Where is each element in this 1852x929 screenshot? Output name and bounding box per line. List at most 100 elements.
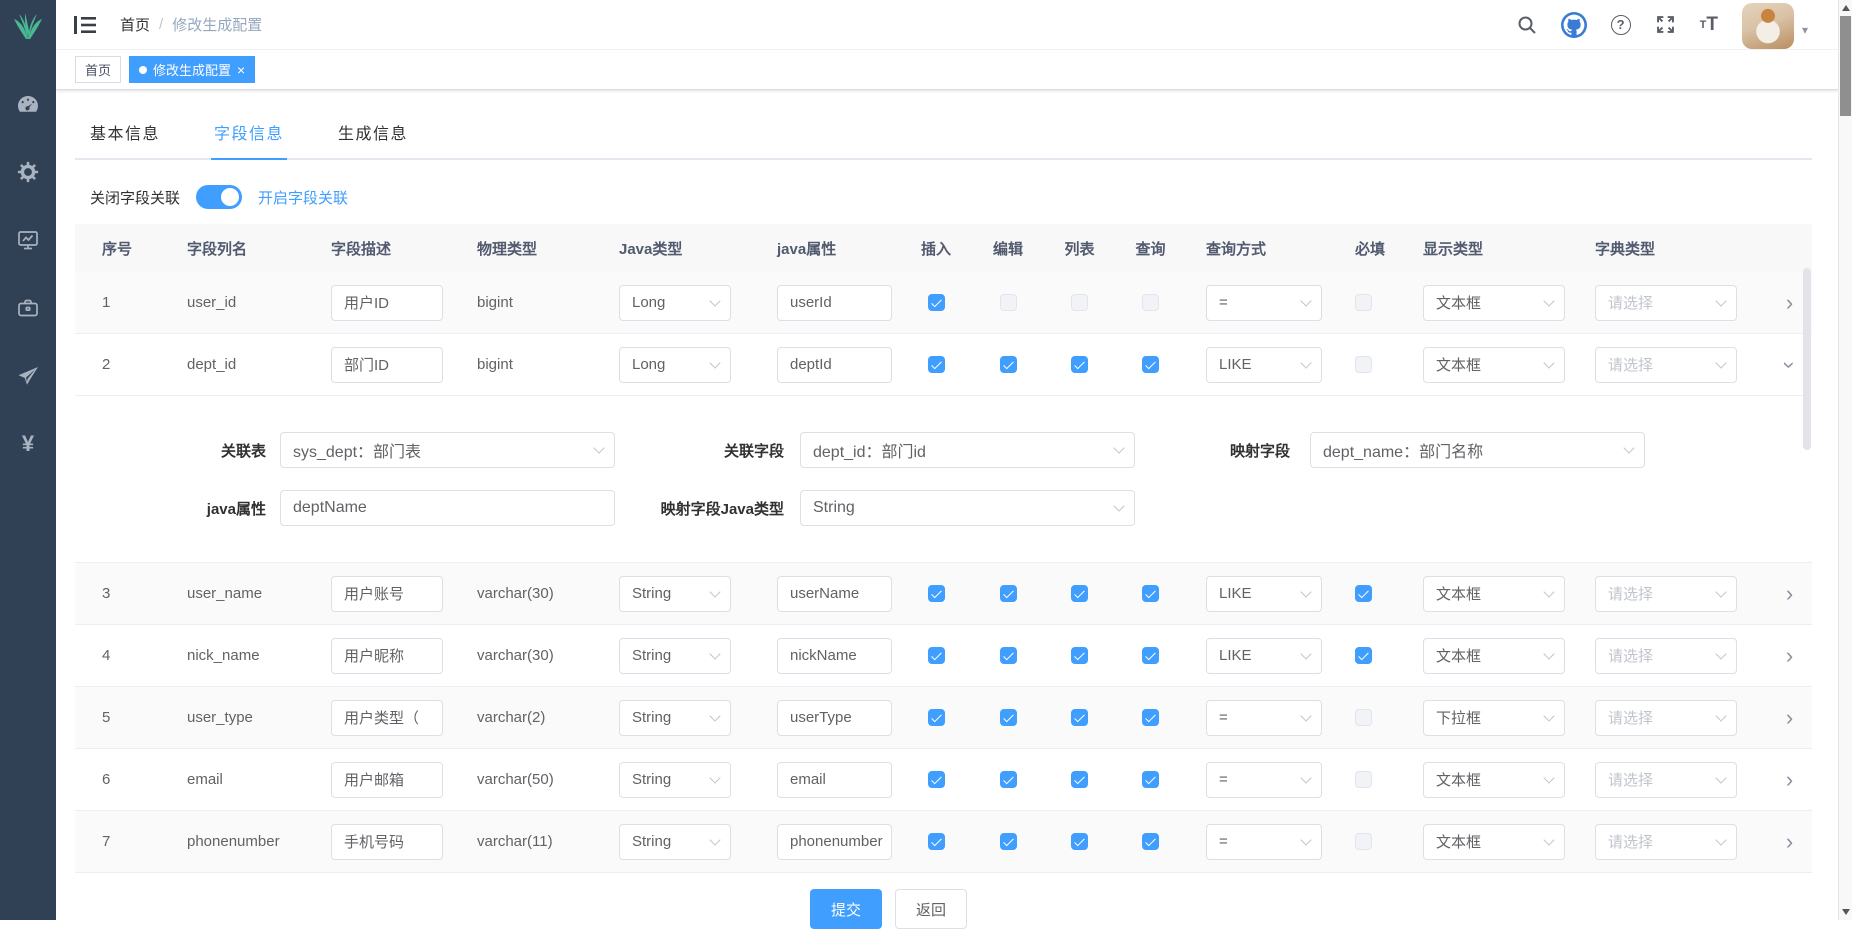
column-comment-input[interactable]: 用户邮箱 — [331, 762, 443, 798]
java-attr-input[interactable]: deptName — [280, 490, 615, 526]
tab-basic-info[interactable]: 基本信息 — [87, 120, 163, 158]
github-icon[interactable] — [1561, 10, 1587, 40]
query-checkbox[interactable] — [1142, 356, 1159, 373]
query-type-select[interactable]: = — [1206, 824, 1322, 860]
expand-row-icon[interactable]: › — [1786, 831, 1793, 853]
tag-close-icon[interactable]: × — [237, 63, 245, 77]
scroll-up-icon[interactable] — [1842, 5, 1850, 11]
page-scrollbar[interactable] — [1838, 0, 1852, 920]
search-icon[interactable] — [1517, 10, 1537, 40]
insert-checkbox[interactable] — [928, 585, 945, 602]
query-type-select[interactable]: LIKE — [1206, 347, 1322, 383]
column-comment-input[interactable]: 部门ID — [331, 347, 443, 383]
submit-button[interactable]: 提交 — [810, 889, 882, 929]
app-logo-icon[interactable] — [10, 8, 46, 44]
scroll-down-icon[interactable] — [1842, 909, 1850, 915]
tag-home[interactable]: 首页 — [75, 56, 121, 83]
list-checkbox[interactable] — [1071, 294, 1088, 311]
query-checkbox[interactable] — [1142, 709, 1159, 726]
map-java-type-select[interactable]: String — [800, 490, 1135, 526]
query-checkbox[interactable] — [1142, 294, 1159, 311]
sidebar-item-tool[interactable] — [0, 274, 56, 342]
list-checkbox[interactable] — [1071, 356, 1088, 373]
insert-checkbox[interactable] — [928, 356, 945, 373]
expand-row-icon[interactable]: › — [1786, 707, 1793, 729]
dict-type-select[interactable]: 请选择 — [1595, 700, 1737, 736]
java-field-input[interactable]: email — [777, 762, 892, 798]
expand-row-icon[interactable]: › — [1786, 769, 1793, 791]
java-field-input[interactable]: nickName — [777, 638, 892, 674]
dict-type-select[interactable]: 请选择 — [1595, 285, 1737, 321]
java-field-input[interactable]: phonenumber — [777, 824, 892, 860]
list-checkbox[interactable] — [1071, 585, 1088, 602]
sidebar-fold-icon[interactable] — [74, 16, 96, 34]
edit-checkbox[interactable] — [1000, 585, 1017, 602]
collapse-row-icon[interactable]: › — [1778, 361, 1800, 368]
java-field-input[interactable]: userName — [777, 576, 892, 612]
sidebar-item-dashboard[interactable] — [0, 70, 56, 138]
insert-checkbox[interactable] — [928, 294, 945, 311]
required-checkbox[interactable] — [1355, 647, 1372, 664]
java-type-select[interactable]: Long — [619, 347, 731, 383]
sidebar-item-finance[interactable]: ¥ — [0, 410, 56, 478]
java-type-select[interactable]: String — [619, 576, 731, 612]
java-field-input[interactable]: userId — [777, 285, 892, 321]
insert-checkbox[interactable] — [928, 647, 945, 664]
sidebar-item-monitor[interactable] — [0, 206, 56, 274]
sidebar-item-deploy[interactable] — [0, 342, 56, 410]
java-type-select[interactable]: String — [619, 824, 731, 860]
dict-type-select[interactable]: 请选择 — [1595, 762, 1737, 798]
expand-row-icon[interactable]: › — [1786, 583, 1793, 605]
list-checkbox[interactable] — [1071, 709, 1088, 726]
help-icon[interactable]: ? — [1611, 10, 1631, 40]
java-field-input[interactable]: deptId — [777, 347, 892, 383]
list-checkbox[interactable] — [1071, 833, 1088, 850]
column-comment-input[interactable]: 用户昵称 — [331, 638, 443, 674]
query-checkbox[interactable] — [1142, 771, 1159, 788]
edit-checkbox[interactable] — [1000, 709, 1017, 726]
font-size-icon[interactable]: TT — [1700, 10, 1718, 40]
required-checkbox[interactable] — [1355, 709, 1372, 726]
html-type-select[interactable]: 文本框 — [1423, 576, 1565, 612]
tag-current[interactable]: 修改生成配置 × — [129, 56, 255, 83]
java-field-input[interactable]: userType — [777, 700, 892, 736]
query-type-select[interactable]: LIKE — [1206, 638, 1322, 674]
html-type-select[interactable]: 下拉框 — [1423, 700, 1565, 736]
dict-type-select[interactable]: 请选择 — [1595, 824, 1737, 860]
list-checkbox[interactable] — [1071, 771, 1088, 788]
insert-checkbox[interactable] — [928, 709, 945, 726]
query-checkbox[interactable] — [1142, 833, 1159, 850]
map-field-select[interactable]: dept_name：部门名称 — [1310, 432, 1645, 468]
java-type-select[interactable]: String — [619, 638, 731, 674]
table-scrollbar-thumb[interactable] — [1803, 268, 1811, 450]
java-type-select[interactable]: Long — [619, 285, 731, 321]
expand-row-icon[interactable]: › — [1786, 292, 1793, 314]
assoc-field-select[interactable]: dept_id：部门id — [800, 432, 1135, 468]
java-type-select[interactable]: String — [619, 700, 731, 736]
assoc-table-select[interactable]: sys_dept：部门表 — [280, 432, 615, 468]
dict-type-select[interactable]: 请选择 — [1595, 347, 1737, 383]
query-type-select[interactable]: = — [1206, 762, 1322, 798]
column-comment-input[interactable]: 用户账号 — [331, 576, 443, 612]
java-type-select[interactable]: String — [619, 762, 731, 798]
required-checkbox[interactable] — [1355, 833, 1372, 850]
query-type-select[interactable]: = — [1206, 285, 1322, 321]
tab-gen-info[interactable]: 生成信息 — [335, 120, 411, 158]
required-checkbox[interactable] — [1355, 585, 1372, 602]
required-checkbox[interactable] — [1355, 294, 1372, 311]
relation-on-label[interactable]: 开启字段关联 — [258, 187, 348, 208]
page-scrollbar-thumb[interactable] — [1840, 16, 1851, 116]
avatar[interactable] — [1742, 3, 1794, 49]
column-comment-input[interactable]: 手机号码 — [331, 824, 443, 860]
edit-checkbox[interactable] — [1000, 294, 1017, 311]
html-type-select[interactable]: 文本框 — [1423, 638, 1565, 674]
column-comment-input[interactable]: 用户类型（ — [331, 700, 443, 736]
insert-checkbox[interactable] — [928, 771, 945, 788]
edit-checkbox[interactable] — [1000, 771, 1017, 788]
user-menu[interactable]: ▾ — [1742, 1, 1808, 49]
query-checkbox[interactable] — [1142, 585, 1159, 602]
html-type-select[interactable]: 文本框 — [1423, 824, 1565, 860]
query-type-select[interactable]: LIKE — [1206, 576, 1322, 612]
edit-checkbox[interactable] — [1000, 356, 1017, 373]
tab-field-info[interactable]: 字段信息 — [211, 120, 287, 158]
